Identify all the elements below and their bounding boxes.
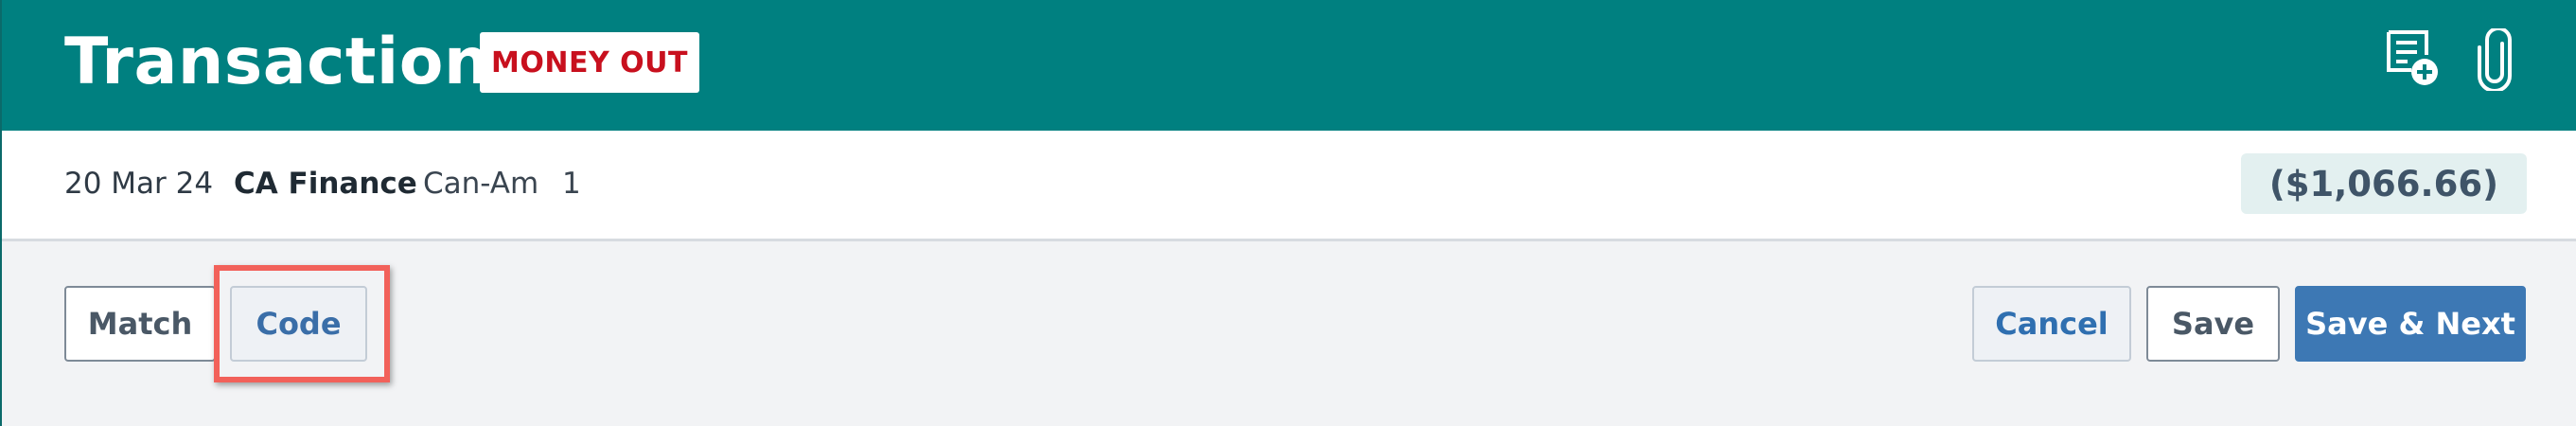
transaction-reference: Can-Am: [423, 167, 539, 201]
action-bar: Match Code Cancel Save Save & Next: [2, 241, 2576, 426]
paperclip-icon[interactable]: [2474, 28, 2515, 91]
transaction-panel: Transaction MONEY OUT 20 Mar 24 CA Finan…: [0, 0, 2576, 426]
money-out-badge: MONEY OUT: [480, 32, 699, 93]
code-button[interactable]: Code: [230, 286, 367, 362]
payee-name: CA Finance: [234, 167, 417, 201]
transaction-header: Transaction MONEY OUT: [2, 0, 2576, 131]
save-button[interactable]: Save: [2146, 286, 2280, 362]
page-title: Transaction: [64, 25, 490, 99]
transaction-number: 1: [562, 167, 581, 201]
save-and-next-button[interactable]: Save & Next: [2295, 286, 2526, 362]
transaction-date: 20 Mar 24: [64, 167, 214, 201]
match-button[interactable]: Match: [64, 286, 216, 362]
add-note-icon[interactable]: [2385, 28, 2442, 89]
transaction-summary: 20 Mar 24 CA Finance Can-Am 1 ($1,066.66…: [2, 131, 2576, 241]
cancel-button[interactable]: Cancel: [1972, 286, 2131, 362]
amount-badge: ($1,066.66): [2240, 153, 2527, 214]
